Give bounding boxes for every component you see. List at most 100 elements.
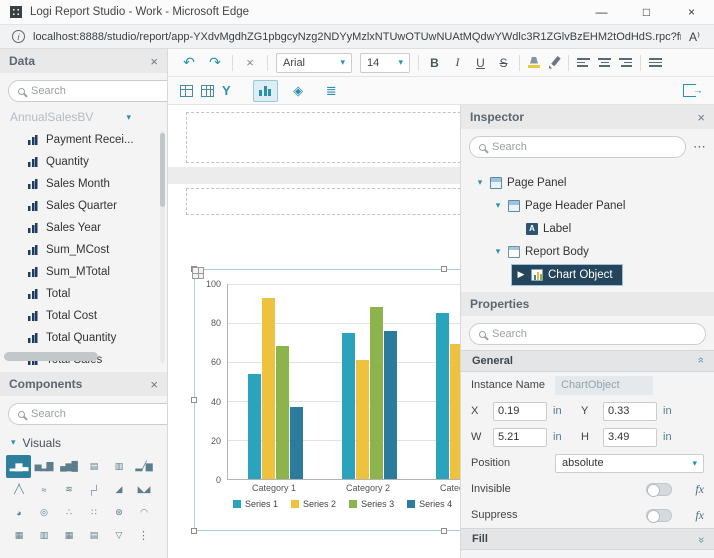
visual-horizontal-bar-chart[interactable]: ▤ [81,455,106,478]
components-search-field[interactable] [8,403,167,425]
visual-pie-chart[interactable]: ◕ [6,501,31,524]
selection-handle-s[interactable] [441,528,447,534]
close-icon[interactable]: × [150,54,158,69]
move-handle[interactable] [192,267,204,279]
scrollbar-thumb[interactable] [160,133,165,207]
close-icon[interactable]: × [150,377,158,392]
font-size-select[interactable]: 14 ▾ [360,53,410,73]
data-vertical-scrollbar[interactable] [160,131,165,363]
data-search-field[interactable] [8,80,167,102]
inspector-search-input[interactable] [492,141,676,153]
url-text[interactable]: localhost:8888/studio/report/app-YXdvMgd… [33,31,681,43]
dataset-select[interactable]: AnnualSalesBV ▾ [0,107,167,129]
y-input[interactable] [603,402,657,421]
close-button[interactable]: × [669,0,714,24]
visual-bubble-chart[interactable]: ∷ [81,501,106,524]
data-field-item[interactable]: Total Quantity [0,327,167,349]
export-icon[interactable] [683,84,696,97]
data-field-item[interactable]: Sales Quarter [0,195,167,217]
undo-button[interactable]: ↶ [180,53,198,73]
collapse-icon[interactable]: » [695,359,707,363]
read-aloud-icon[interactable]: A⁾ [689,30,700,44]
visual-area-chart[interactable]: ◢ [106,478,131,501]
chevron-down-icon[interactable]: ▾ [475,177,485,188]
minimize-button[interactable]: — [579,0,624,24]
page-header-band[interactable] [186,112,460,163]
visual-stacked-bar-chart[interactable]: ▥ [106,455,131,478]
visual-scatter-chart[interactable]: ∴ [56,501,81,524]
list-view-button[interactable]: ≣ [319,80,344,102]
tree-node-page-header-panel[interactable]: ▾Page Header Panel [461,194,714,217]
align-center-icon[interactable] [598,58,611,67]
insert-table-icon[interactable] [180,85,193,97]
x-input[interactable] [493,402,547,421]
chart-object[interactable]: 020406080100 Category 1Category 2Categor… [194,269,460,531]
data-field-item[interactable]: Payment Recei... [0,129,167,151]
tree-node-label[interactable]: ALabel [461,217,714,240]
visual-stacked-line-chart[interactable]: ≋ [56,478,81,501]
visual-radar-chart[interactable]: ⊛ [106,501,131,524]
h-input[interactable] [603,428,657,447]
highlight-color-icon[interactable] [528,57,540,69]
maximize-button[interactable]: □ [624,0,669,24]
visual-gauge-chart[interactable]: ◠ [131,501,156,524]
selection-handle-w[interactable] [191,397,197,403]
data-field-item[interactable]: Quantity [0,151,167,173]
visual-donut-chart[interactable]: ◎ [31,501,56,524]
insert-crosstab-icon[interactable] [201,85,214,97]
more-visuals-icon[interactable]: ⋮ [131,524,156,547]
selection-handle-sw[interactable] [191,528,197,534]
browser-address-bar[interactable]: i localhost:8888/studio/report/app-YXdvM… [0,25,714,49]
filter-icon[interactable]: Y [222,83,231,98]
data-field-item[interactable]: Sales Month [0,173,167,195]
invisible-fx-button[interactable]: fx [688,482,704,497]
visual-table-visual[interactable]: ▥ [31,524,56,547]
bold-button[interactable]: B [427,56,442,70]
data-search-input[interactable] [31,85,167,97]
data-field-item[interactable]: Total Cost [0,305,167,327]
visual-line-chart[interactable]: ╱╲ [6,478,31,501]
tree-node-page-panel[interactable]: ▾Page Panel [461,171,714,194]
suppress-toggle[interactable] [646,509,672,522]
visual-spline-chart[interactable]: ≈ [31,478,56,501]
font-family-select[interactable]: Arial ▾ [276,53,352,73]
visual-grouped-column-chart[interactable]: ▅▂▇ [31,455,56,478]
underline-button[interactable]: U [473,56,488,70]
close-icon[interactable]: × [697,110,705,125]
data-field-item[interactable]: Sales Year [0,217,167,239]
chevron-right-icon[interactable]: ▶ [516,269,526,280]
chevron-down-icon[interactable]: ▾ [493,246,503,257]
position-select[interactable]: absolute ▾ [555,454,704,473]
strikethrough-button[interactable]: S [496,56,511,70]
inspector-search-field[interactable] [469,136,686,158]
align-right-icon[interactable] [619,58,632,67]
properties-search-input[interactable] [492,328,696,340]
visual-stacked-column-chart[interactable]: ▄▆█ [56,455,81,478]
tree-node-report-body[interactable]: ▾Report Body [461,240,714,263]
general-section-bar[interactable]: General » [461,350,714,372]
data-field-item[interactable]: Total [0,283,167,305]
selection-handle-n[interactable] [441,266,447,272]
data-horizontal-scrollbar[interactable] [4,352,98,361]
delete-button[interactable]: × [241,53,259,73]
italic-button[interactable]: I [450,55,465,70]
visual-heatmap-chart[interactable]: ▦ [6,524,31,547]
fill-section-bar[interactable]: Fill » [461,528,714,550]
visual-column-line-chart[interactable]: ▂╱▆ [131,455,156,478]
components-search-input[interactable] [31,408,167,420]
data-field-item[interactable]: Sum_MCost [0,239,167,261]
report-canvas[interactable]: 020406080100 Category 1Category 2Categor… [168,105,460,558]
visual-funnel-chart[interactable]: ▽ [106,524,131,547]
properties-search-field[interactable] [469,323,706,345]
visual-crosstab-visual[interactable]: ▦ [56,524,81,547]
visuals-section-header[interactable]: ▾ Visuals [0,430,167,452]
w-input[interactable] [493,428,547,447]
chart-view-button[interactable] [253,80,278,102]
inspector-more-icon[interactable]: ⋯ [693,139,706,155]
redo-button[interactable]: ↷ [206,53,224,73]
tree-node-chart-object[interactable]: ▶Chart Object [461,263,714,286]
data-field-item[interactable]: Sum_MTotal [0,261,167,283]
visual-stacked-area-chart[interactable]: ◣◢ [131,478,156,501]
align-left-icon[interactable] [577,58,590,67]
suppress-fx-button[interactable]: fx [688,508,704,523]
